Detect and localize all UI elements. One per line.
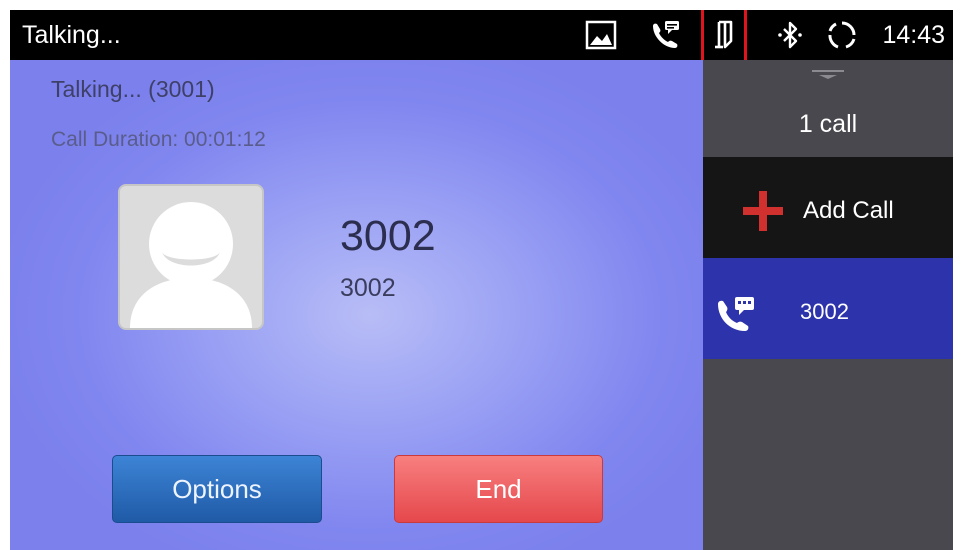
add-call-button[interactable]: Add Call — [703, 157, 953, 258]
caller-name: 3002 — [340, 212, 436, 260]
call-status-label: Talking... (3001) — [51, 76, 215, 102]
bluetooth-icon — [778, 21, 802, 49]
call-message-icon — [718, 297, 754, 331]
clock: 14:43 — [882, 21, 945, 49]
call-list-item-number: 3002 — [800, 299, 849, 324]
drag-handle-icon[interactable] — [812, 70, 844, 80]
call-list-item[interactable]: 3002 — [703, 258, 953, 359]
status-title: Talking... — [22, 21, 121, 49]
end-call-button[interactable]: End — [394, 455, 603, 523]
call-duration-label: Call Duration: 00:01:12 — [51, 128, 266, 151]
call-count-label: 1 call — [798, 110, 858, 138]
status-bar: Talking... 14:43 — [10, 10, 953, 68]
sync-icon — [828, 21, 856, 49]
call-screen: Talking... (3001) Call Duration: 00:01:1… — [10, 60, 703, 550]
caller-number: 3002 — [340, 274, 396, 302]
contact-avatar — [118, 184, 264, 330]
image-icon — [585, 20, 617, 50]
call-voicemail-icon — [653, 21, 679, 48]
add-call-label: Add Call — [803, 197, 894, 224]
person-silhouette-icon — [130, 202, 252, 328]
call-list-panel: 1 call Add Call 3002 — [703, 60, 953, 550]
options-button[interactable]: Options — [112, 455, 322, 523]
phone-screen: Talking... 14:43 Talking... (3001) Call … — [10, 10, 953, 550]
